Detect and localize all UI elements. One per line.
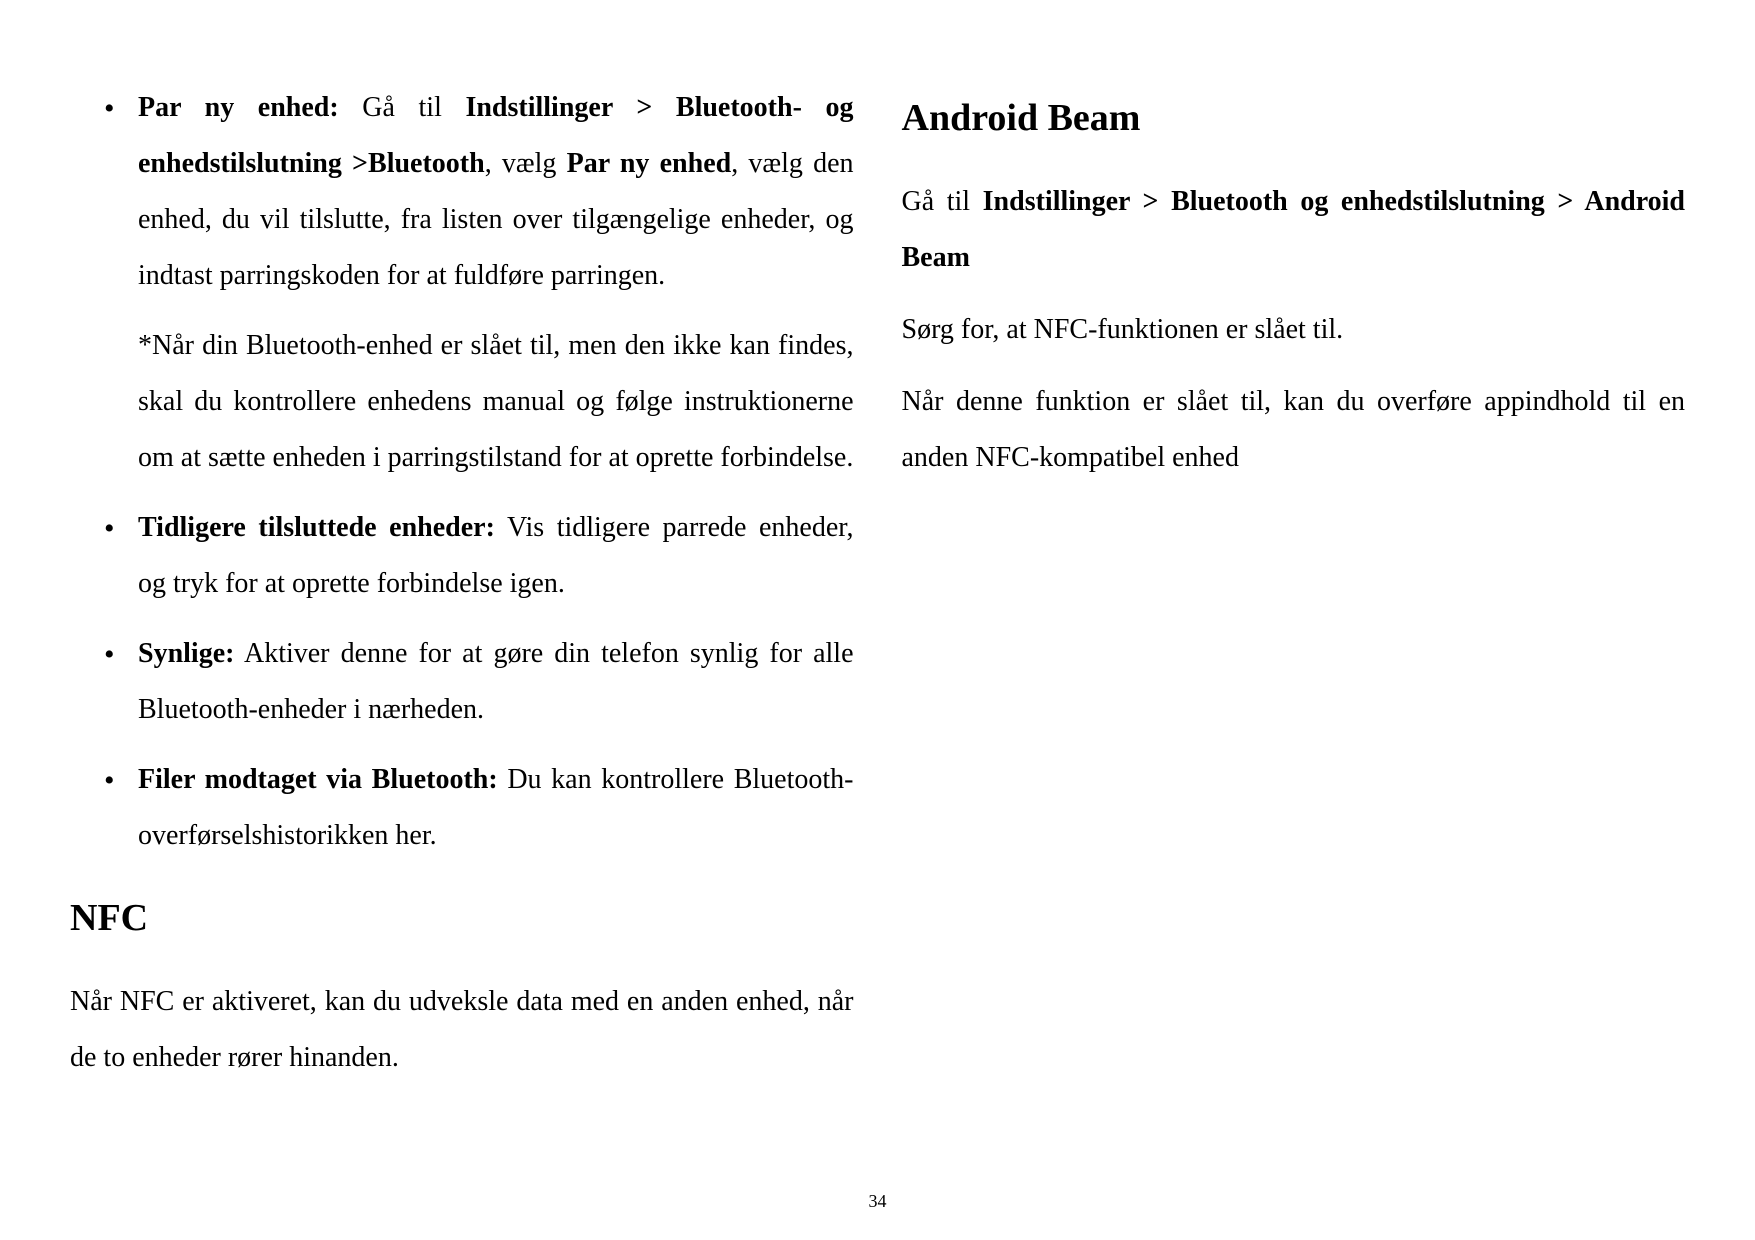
bullet-previous-devices: Tidligere tilsluttede enheder: Vis tidli… bbox=[104, 500, 854, 612]
beam-p3: Når denne funktion er slået til, kan du … bbox=[902, 374, 1686, 486]
text-columns: Par ny enhed: Gå til Indstillinger > Blu… bbox=[70, 80, 1685, 1140]
bullet-label: Tidligere tilsluttede enheder: bbox=[138, 512, 495, 543]
heading-nfc: NFC bbox=[70, 880, 854, 956]
beam-intro: Gå til Indstillinger > Bluetooth og enhe… bbox=[902, 174, 1686, 286]
heading-android-beam: Android Beam bbox=[902, 80, 1686, 156]
bullet-text: Aktiver denne for at gøre din telefon sy… bbox=[138, 638, 854, 725]
nfc-paragraph: Når NFC er aktiveret, kan du udveksle da… bbox=[70, 974, 854, 1086]
bullet-files-via-bluetooth: Filer modtaget via Bluetooth: Du kan kon… bbox=[104, 752, 854, 864]
bullet-text: Par ny enhed: Gå til Indstillinger > Blu… bbox=[138, 92, 854, 291]
beam-p2: Sørg for, at NFC-funktionen er slået til… bbox=[902, 302, 1686, 358]
text-fragment: , vælg bbox=[485, 148, 567, 179]
text-fragment: Gå til bbox=[902, 186, 983, 217]
bullet-pair-new-device: Par ny enhed: Gå til Indstillinger > Blu… bbox=[104, 80, 854, 486]
action-name: Par ny enhed bbox=[567, 148, 732, 179]
text-fragment: Gå til bbox=[339, 92, 466, 123]
document-page: Par ny enhed: Gå til Indstillinger > Blu… bbox=[0, 0, 1755, 1240]
bullet-visible: Synlige: Aktiver denne for at gøre din t… bbox=[104, 626, 854, 738]
bullet-label: Synlige: bbox=[138, 638, 234, 669]
bullet-list: Par ny enhed: Gå til Indstillinger > Blu… bbox=[104, 80, 854, 864]
page-number: 34 bbox=[0, 1191, 1755, 1212]
bullet-label: Par ny enhed: bbox=[138, 92, 339, 123]
bullet-label: Filer modtaget via Bluetooth: bbox=[138, 764, 498, 795]
menu-path: Indstillinger > Bluetooth og enhedstilsl… bbox=[902, 186, 1686, 273]
bullet-note: *Når din Bluetooth-enhed er slået til, m… bbox=[138, 318, 854, 486]
